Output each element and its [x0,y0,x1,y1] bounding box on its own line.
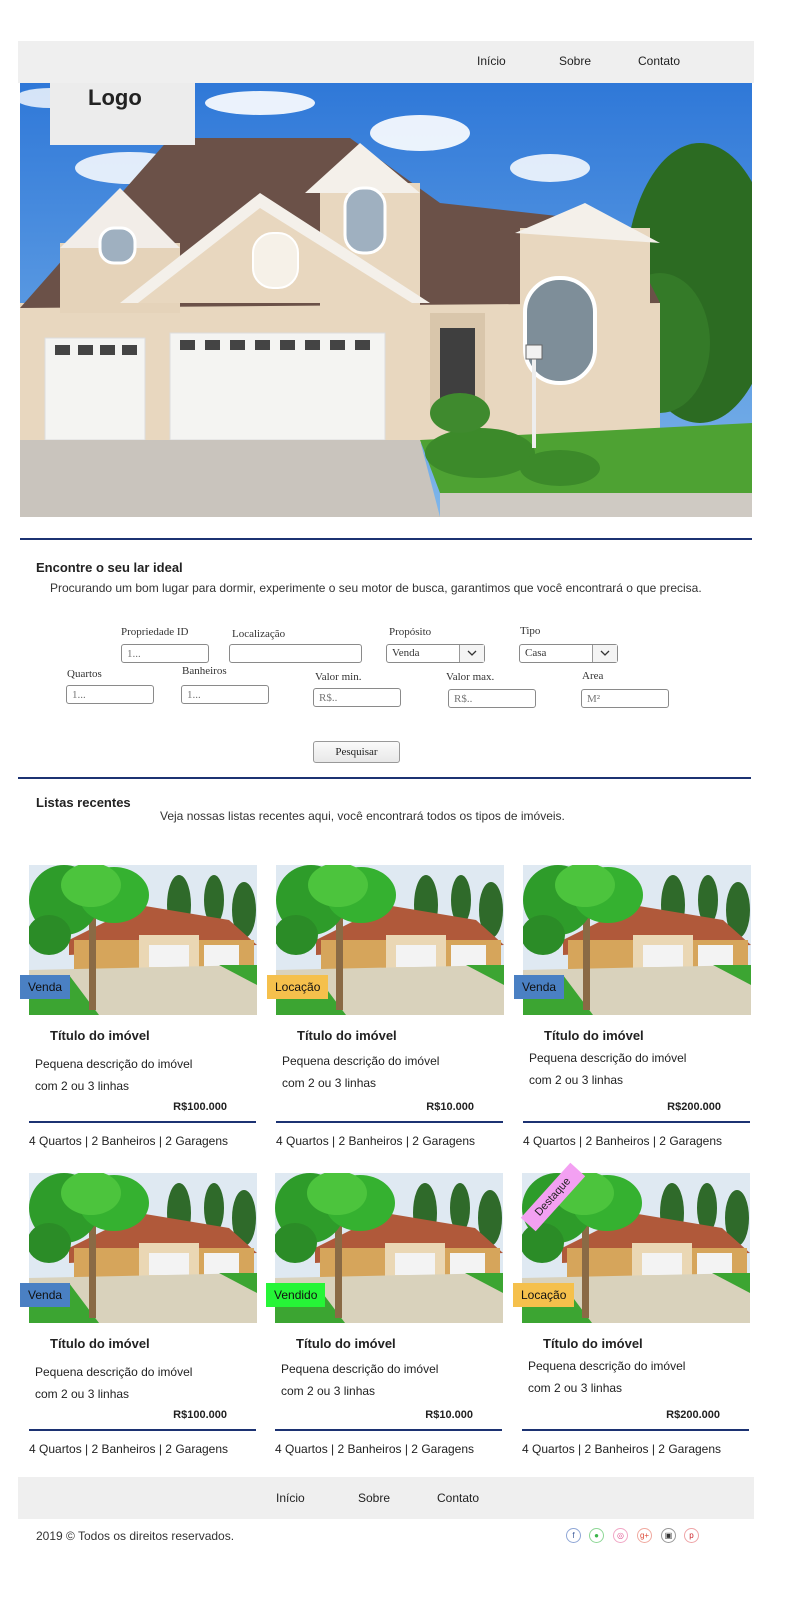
listing-title[interactable]: Título do imóvel [297,1028,397,1043]
card-divider [276,1121,503,1123]
listing-price: R$200.000 [666,1409,720,1421]
tipo-value: Casa [525,647,547,659]
search-title: Encontre o seu lar ideal [36,560,183,575]
listing-features: 4 Quartos | 2 Banheiros | 2 Garagens [275,1442,475,1456]
section-divider [18,777,751,779]
listing-title[interactable]: Título do imóvel [50,1336,150,1351]
nav-inicio[interactable]: Início [477,54,506,68]
listing-card[interactable]: Destaque Locação Título do imóvel Pequen… [513,1162,752,1463]
listing-description: Pequena descrição do imóvel com 2 ou 3 l… [529,1047,719,1091]
listing-description-line: com 2 ou 3 linhas [528,1381,623,1395]
google-plus-icon[interactable]: g+ [637,1528,652,1543]
nav-contato[interactable]: Contato [638,54,680,68]
listing-title[interactable]: Título do imóvel [543,1336,643,1351]
listing-price: R$200.000 [667,1101,721,1113]
listing-price: R$10.000 [426,1101,474,1113]
status-badge: Locação [267,975,329,999]
facebook-icon[interactable]: f [566,1528,581,1543]
label-area: Area [582,670,604,682]
logo[interactable]: Logo [50,83,195,145]
listings-title: Listas recentes [36,795,131,810]
listing-description: Pequena descrição do imóvel com 2 ou 3 l… [281,1358,471,1402]
pinterest-icon[interactable]: p [684,1528,699,1543]
listing-description-line: Pequena descrição do imóvel [282,1054,440,1068]
listing-card[interactable]: Locação Título do imóvel Pequena descriç… [267,865,506,1155]
logo-text: Logo [88,85,142,110]
listing-description-line: com 2 ou 3 linhas [281,1384,376,1398]
listing-title[interactable]: Título do imóvel [296,1336,396,1351]
listing-description-line: com 2 ou 3 linhas [529,1073,624,1087]
listing-description-line: Pequena descrição do imóvel [35,1365,193,1379]
status-badge: Locação [513,1283,575,1307]
hero-image [20,83,752,517]
instagram-icon[interactable]: ▣ [661,1528,676,1543]
listing-description-line: Pequena descrição do imóvel [35,1057,193,1071]
search-button[interactable]: Pesquisar [313,741,400,763]
card-divider [275,1429,502,1431]
section-divider [20,538,752,540]
listing-card[interactable]: Vendido Título do imóvel Pequena descriç… [266,1173,505,1463]
listing-card[interactable]: Venda Título do imóvel Pequena descrição… [20,1173,259,1463]
label-valor-max: Valor max. [446,671,495,683]
listings-subtitle: Veja nossas listas recentes aqui, você e… [160,809,565,823]
evernote-icon[interactable]: ● [589,1528,604,1543]
listing-title[interactable]: Título do imóvel [544,1028,644,1043]
listing-card[interactable]: Venda Título do imóvel Pequena descrição… [514,865,753,1155]
quartos-input[interactable] [66,685,154,704]
listing-card[interactable]: Venda Título do imóvel Pequena descrição… [20,865,259,1155]
localizacao-input[interactable] [229,644,362,663]
footer-nav-sobre[interactable]: Sobre [358,1491,390,1505]
label-tipo: Tipo [520,625,541,637]
nav-sobre[interactable]: Sobre [559,54,591,68]
listing-price: R$10.000 [425,1409,473,1421]
listing-price: R$100.000 [173,1101,227,1113]
listing-features: 4 Quartos | 2 Banheiros | 2 Garagens [29,1442,229,1456]
status-badge: Vendido [266,1283,326,1307]
card-divider [522,1429,749,1431]
status-badge: Venda [514,975,565,999]
area-input[interactable] [581,689,669,708]
label-quartos: Quartos [67,668,102,680]
chevron-down-icon [592,645,617,662]
tipo-select[interactable]: Casa [519,644,618,663]
listing-features: 4 Quartos | 2 Banheiros | 2 Garagens [29,1134,229,1148]
label-banheiros: Banheiros [182,665,227,677]
listing-description: Pequena descrição do imóvel com 2 ou 3 l… [35,1053,225,1097]
label-proposito: Propósito [389,626,432,638]
proposito-select[interactable]: Venda [386,644,485,663]
listing-description: Pequena descrição do imóvel com 2 ou 3 l… [528,1355,718,1399]
copyright: 2019 © Todos os direitos reservados. [36,1529,235,1543]
valor-max-input[interactable] [448,689,536,708]
listing-description-line: Pequena descrição do imóvel [281,1362,439,1376]
listing-features: 4 Quartos | 2 Banheiros | 2 Garagens [522,1442,722,1456]
card-divider [523,1121,750,1123]
search-subtitle: Procurando um bom lugar para dormir, exp… [50,581,702,595]
label-propriedade-id: Propriedade ID [121,626,189,638]
listing-description-line: com 2 ou 3 linhas [35,1079,130,1093]
listing-description-line: Pequena descrição do imóvel [529,1051,687,1065]
banheiros-input[interactable] [181,685,269,704]
listing-description-line: Pequena descrição do imóvel [528,1359,686,1373]
listing-price: R$100.000 [173,1409,227,1421]
chevron-down-icon [459,645,484,662]
valor-min-input[interactable] [313,688,401,707]
listing-description-line: com 2 ou 3 linhas [282,1076,377,1090]
footer-nav-inicio[interactable]: Início [276,1491,305,1505]
proposito-value: Venda [392,647,420,659]
listing-description: Pequena descrição do imóvel com 2 ou 3 l… [282,1050,472,1094]
label-localizacao: Localização [232,628,286,640]
listing-features: 4 Quartos | 2 Banheiros | 2 Garagens [276,1134,476,1148]
listing-title[interactable]: Título do imóvel [50,1028,150,1043]
card-divider [29,1121,256,1123]
listing-description: Pequena descrição do imóvel com 2 ou 3 l… [35,1361,225,1405]
status-badge: Venda [20,975,71,999]
dribbble-icon[interactable]: ◎ [613,1528,628,1543]
card-divider [29,1429,256,1431]
footer-nav-contato[interactable]: Contato [437,1491,479,1505]
propriedade-id-input[interactable] [121,644,209,663]
status-badge: Venda [20,1283,71,1307]
label-valor-min: Valor min. [315,671,362,683]
listing-description-line: com 2 ou 3 linhas [35,1387,130,1401]
listing-features: 4 Quartos | 2 Banheiros | 2 Garagens [523,1134,723,1148]
